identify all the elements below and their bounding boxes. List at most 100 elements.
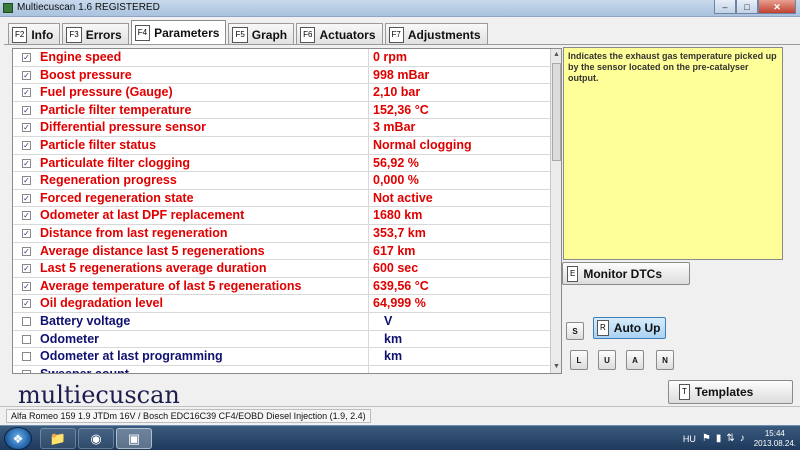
key-badge: E [567,265,579,282]
a-button[interactable]: A [626,350,644,370]
parameter-row[interactable]: ✓ Fuel pressure (Gauge) 2,10 bar [13,84,550,102]
fkey-badge: F3 [66,26,82,43]
tab-info[interactable]: F2 Info [8,23,61,45]
volume-icon[interactable]: ♪ [740,433,745,444]
parameter-name: Last 5 regenerations average duration [40,261,267,276]
tab-label: Info [31,27,54,42]
scroll-up-icon[interactable]: ▲ [551,49,561,61]
parameter-checkbox[interactable]: ✓ [22,88,31,98]
tab-actuators[interactable]: F6 Actuators [296,23,383,45]
parameter-row[interactable]: ✓ Odometer at last DPF replacement 1680 km [13,207,550,225]
clock[interactable]: 15:44 2013.08.24. [754,429,796,449]
parameter-row[interactable]: ✓ Engine speed 0 rpm [13,49,550,67]
parameter-value: 617 km [373,243,416,258]
parameter-checkbox[interactable] [22,369,31,373]
start-button[interactable]: ❖ [4,427,32,450]
vertical-scrollbar[interactable]: ▲ ▼ [550,49,561,373]
chrome-icon[interactable]: ◉ [78,428,114,449]
parameter-checkbox[interactable] [22,334,31,344]
parameter-checkbox[interactable]: ✓ [22,105,31,115]
parameter-value: V [384,313,393,328]
tab-label: Graph [251,27,288,42]
parameter-row[interactable]: ✓ Last 5 regenerations average duration 60… [13,260,550,278]
parameter-checkbox[interactable]: ✓ [22,228,31,238]
tab-parameters[interactable]: F4 Parameters [130,20,227,45]
window-controls: – □ ✕ [714,0,796,15]
parameter-row[interactable]: ✓ Oil degradation level 64,999 % [13,295,550,313]
parameter-value: Normal clogging [373,137,472,152]
parameter-checkbox[interactable]: ✓ [22,264,31,274]
tab-adjustments[interactable]: F7 Adjustments [384,23,488,45]
parameter-checkbox[interactable]: ✓ [22,70,31,80]
parameter-row[interactable]: ✓ Distance from last regeneration 353,7 km [13,224,550,243]
parameter-value: 353,7 km [373,225,426,240]
s-button[interactable]: S [566,322,584,340]
parameter-name: Average distance last 5 regenerations [40,243,265,258]
fkey-badge: F7 [388,26,404,43]
tab-errors[interactable]: F3 Errors [62,23,129,45]
column-divider [368,172,369,189]
parameter-row[interactable]: ✓ Particle filter status Normal clogging [13,136,550,155]
parameter-name: Odometer [40,331,100,346]
network-icon[interactable]: ⇅ [726,433,734,444]
parameter-name: Particulate filter clogging [40,155,191,170]
parameter-value: km [384,349,403,364]
parameter-checkbox[interactable]: ✓ [22,123,31,133]
n-button[interactable]: N [656,350,674,370]
button-label: L [576,355,582,365]
multiecuscan-task-icon[interactable]: ▣ [116,428,152,449]
parameter-value: km [384,331,403,346]
parameter-row[interactable]: Odometer km [13,330,550,349]
parameter-row[interactable]: Sweeper count [13,365,550,373]
battery-icon[interactable]: ▮ [716,433,722,444]
fkey-badge: F6 [300,26,316,43]
scroll-down-icon[interactable]: ▼ [551,361,561,373]
taskbar: ❖ 📁 ◉ ▣ HU ⚑ ▮ ⇅ ♪ 15:44 2013.08.24. [0,425,800,450]
parameter-checkbox[interactable] [22,316,31,326]
parameter-row[interactable]: ✓ Average distance last 5 regenerations 61… [13,242,550,261]
parameter-value: 56,92 % [373,155,419,170]
parameter-checkbox[interactable] [22,352,31,362]
parameter-checkbox[interactable]: ✓ [22,176,31,186]
tab-label: Actuators [319,27,376,42]
parameter-checkbox[interactable]: ✓ [22,281,31,291]
parameter-checkbox[interactable]: ✓ [22,158,31,168]
parameter-checkbox[interactable]: ✓ [22,140,31,150]
u-button[interactable]: U [598,350,616,370]
parameter-row[interactable]: Odometer at last programming km [13,348,550,366]
minimize-icon[interactable]: – [714,0,736,14]
parameter-row[interactable]: ✓ Forced regeneration state Not active [13,189,550,208]
parameter-row[interactable]: ✓ Regeneration progress 0,000 % [13,172,550,190]
auto-up-button[interactable]: R Auto Up [593,317,666,339]
parameter-row[interactable]: ✓ Particle filter temperature 152,36 °C [13,101,550,120]
parameter-value: 998 mBar [373,67,430,82]
close-icon[interactable]: ✕ [758,0,796,14]
fkey-badge: F4 [134,25,151,41]
file-explorer-icon[interactable]: 📁 [40,428,76,449]
parameter-row[interactable]: Battery voltage V [13,312,550,331]
parameter-checkbox[interactable]: ✓ [22,193,31,203]
parameter-name: Forced regeneration state [40,190,194,205]
parameter-name: Distance from last regeneration [40,225,228,240]
tab-graph[interactable]: F5 Graph [228,23,295,45]
column-divider [368,312,369,330]
parameter-row[interactable]: ✓ Average temperature of last 5 regenerat… [13,277,550,296]
scroll-thumb[interactable] [552,63,561,161]
flag-icon[interactable]: ⚑ [702,433,711,444]
parameter-row[interactable]: ✓ Particulate filter clogging 56,92 % [13,154,550,173]
parameter-row[interactable]: ✓ Boost pressure 998 mBar [13,66,550,85]
templates-button[interactable]: T Templates [668,380,793,404]
maximize-icon[interactable]: □ [736,0,758,14]
monitor-dtcs-button[interactable]: E Monitor DTCs [562,262,690,285]
l-button[interactable]: L [570,350,588,370]
language-indicator[interactable]: HU [683,434,696,444]
column-divider [368,84,369,101]
parameter-checkbox[interactable]: ✓ [22,246,31,256]
parameter-row[interactable]: ✓ Differential pressure sensor 3 mBar [13,119,550,137]
parameter-checkbox[interactable]: ✓ [22,299,31,309]
tab-bar: F2 Info F3 Errors F4 Parameters F5 Graph F6 A… [8,20,490,45]
parameter-value: 2,10 bar [373,85,421,100]
parameter-checkbox[interactable]: ✓ [22,211,31,221]
parameter-checkbox[interactable]: ✓ [22,53,31,62]
parameter-value: 64,999 % [373,296,426,311]
